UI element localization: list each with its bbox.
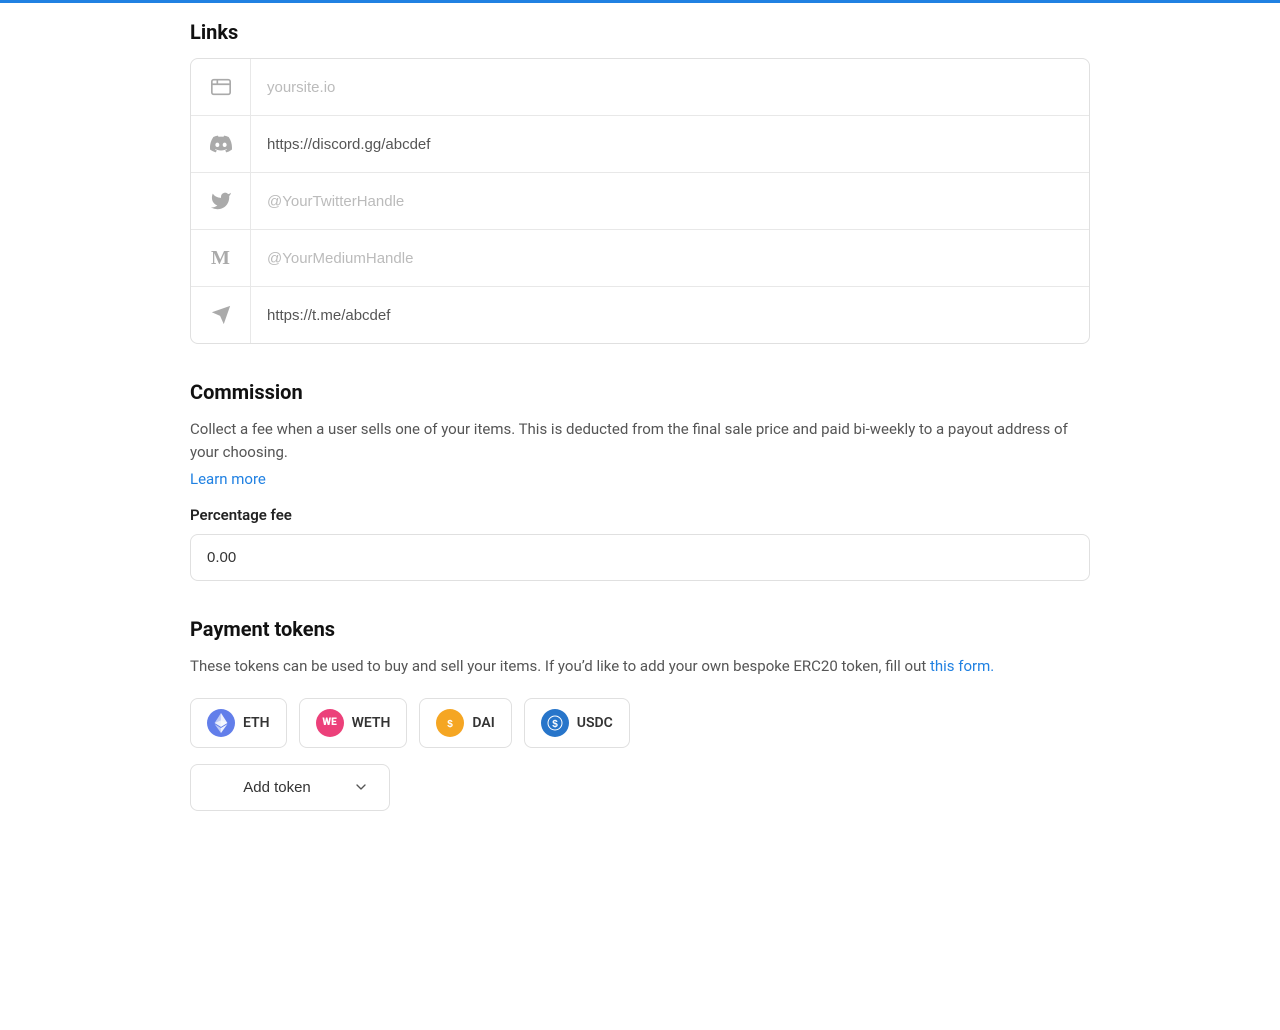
this-form-link[interactable]: this form. (930, 657, 994, 675)
eth-token-icon (207, 709, 235, 737)
telegram-icon (210, 304, 232, 326)
main-container: Links (100, 20, 1180, 811)
tokens-row: ETH WE WETH $ DAI (190, 698, 1090, 748)
discord-icon-cell (191, 116, 251, 172)
usdc-token-label: USDC (577, 715, 613, 731)
medium-input[interactable] (251, 230, 1089, 286)
medium-icon: M (211, 247, 230, 270)
commission-section-title: Commission (190, 380, 1090, 404)
telegram-input[interactable] (251, 287, 1089, 343)
dai-token-badge[interactable]: $ DAI (419, 698, 511, 748)
dai-token-label: DAI (472, 715, 494, 731)
telegram-icon-cell (191, 287, 251, 343)
twitter-input[interactable] (251, 173, 1089, 229)
weth-token-icon: WE (316, 709, 344, 737)
website-input[interactable] (251, 59, 1089, 115)
links-section: Links (190, 20, 1090, 344)
svg-text:$: $ (552, 719, 558, 730)
percentage-fee-input[interactable] (190, 534, 1090, 581)
payment-desc-text: These tokens can be used to buy and sell… (190, 657, 930, 675)
twitter-icon-cell (191, 173, 251, 229)
svg-text:$: $ (448, 719, 454, 730)
chevron-down-icon (353, 779, 369, 795)
percentage-fee-label: Percentage fee (190, 506, 1090, 524)
add-token-button[interactable]: Add token (190, 764, 390, 811)
learn-more-link[interactable]: Learn more (190, 470, 266, 488)
telegram-link-row (191, 287, 1089, 343)
payment-tokens-section: Payment tokens These tokens can be used … (190, 617, 1090, 811)
weth-token-badge[interactable]: WE WETH (299, 698, 408, 748)
discord-link-row (191, 116, 1089, 173)
payment-tokens-title: Payment tokens (190, 617, 1090, 641)
commission-section: Commission Collect a fee when a user sel… (190, 380, 1090, 581)
website-link-row (191, 59, 1089, 116)
medium-icon-cell: M (191, 230, 251, 286)
dai-token-icon: $ (436, 709, 464, 737)
website-icon (210, 76, 232, 98)
usdc-token-icon: $ (541, 709, 569, 737)
top-progress-bar (0, 0, 1280, 3)
add-token-label: Add token (211, 779, 343, 796)
discord-input[interactable] (251, 116, 1089, 172)
links-section-title: Links (190, 20, 1090, 44)
links-table: M (190, 58, 1090, 344)
weth-token-label: WETH (352, 715, 391, 731)
website-icon-cell (191, 59, 251, 115)
usdc-token-badge[interactable]: $ USDC (524, 698, 630, 748)
eth-token-label: ETH (243, 715, 270, 731)
twitter-link-row (191, 173, 1089, 230)
commission-description: Collect a fee when a user sells one of y… (190, 418, 1090, 463)
eth-token-badge[interactable]: ETH (190, 698, 287, 748)
medium-link-row: M (191, 230, 1089, 287)
payment-tokens-description: These tokens can be used to buy and sell… (190, 655, 1090, 678)
discord-icon (210, 133, 232, 155)
twitter-icon (210, 190, 232, 212)
